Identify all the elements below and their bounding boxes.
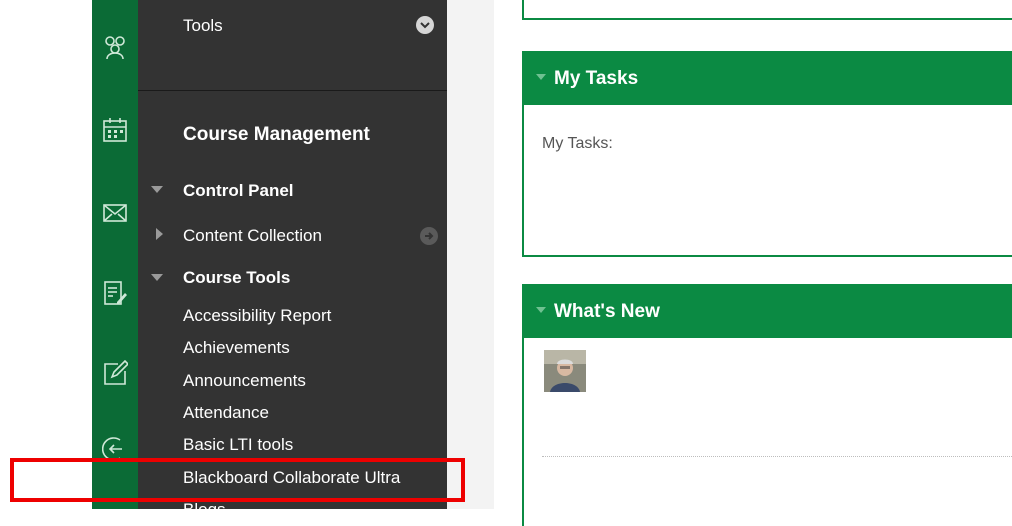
my-tasks-title: My Tasks: [554, 68, 639, 89]
menu-item-attendance[interactable]: Attendance: [183, 403, 269, 423]
menu-item-blogs[interactable]: Blogs: [183, 500, 226, 520]
my-tasks-module: My Tasks My Tasks:: [522, 51, 1012, 257]
whats-new-header[interactable]: What's New: [524, 286, 1012, 338]
my-tasks-header[interactable]: My Tasks: [524, 53, 1012, 105]
mail-icon[interactable]: [102, 200, 128, 226]
menu-item-announcements[interactable]: Announcements: [183, 371, 306, 391]
calendar-icon[interactable]: [102, 117, 128, 143]
control-panel-toggle[interactable]: Control Panel: [183, 181, 294, 201]
collapse-icon[interactable]: [536, 74, 546, 80]
avatar[interactable]: [544, 350, 586, 392]
module-partial: [522, 0, 1012, 20]
menu-item-basic-lti-tools[interactable]: Basic LTI tools: [183, 435, 293, 455]
expand-down-icon[interactable]: [151, 186, 163, 193]
expand-down-icon[interactable]: [151, 274, 163, 281]
expand-right-icon[interactable]: [156, 228, 163, 240]
people-icon[interactable]: [102, 34, 128, 60]
item-divider: [542, 456, 1012, 457]
edit-icon[interactable]: [102, 360, 128, 386]
course-management-heading: Course Management: [183, 124, 370, 145]
whats-new-title: What's New: [554, 301, 660, 322]
content-collection-link[interactable]: Content Collection: [183, 226, 322, 246]
tools-link[interactable]: Tools: [183, 16, 223, 36]
menu-divider: [138, 90, 447, 91]
grades-icon[interactable]: [102, 280, 128, 306]
menu-item-achievements[interactable]: Achievements: [183, 338, 290, 358]
collapse-icon[interactable]: [536, 307, 546, 313]
course-tools-toggle[interactable]: Course Tools: [183, 268, 290, 288]
arrow-right-icon[interactable]: [420, 227, 438, 245]
course-menu: Tools Course Management Control Panel Co…: [138, 0, 447, 519]
chevron-down-icon[interactable]: [416, 16, 434, 34]
highlight-box: [10, 458, 465, 502]
menu-item-accessibility-report[interactable]: Accessibility Report: [183, 306, 331, 326]
whats-new-module: What's New: [522, 284, 1012, 526]
icon-rail: [92, 0, 138, 509]
content-gutter: [447, 0, 494, 509]
my-tasks-body: My Tasks:: [542, 135, 613, 152]
